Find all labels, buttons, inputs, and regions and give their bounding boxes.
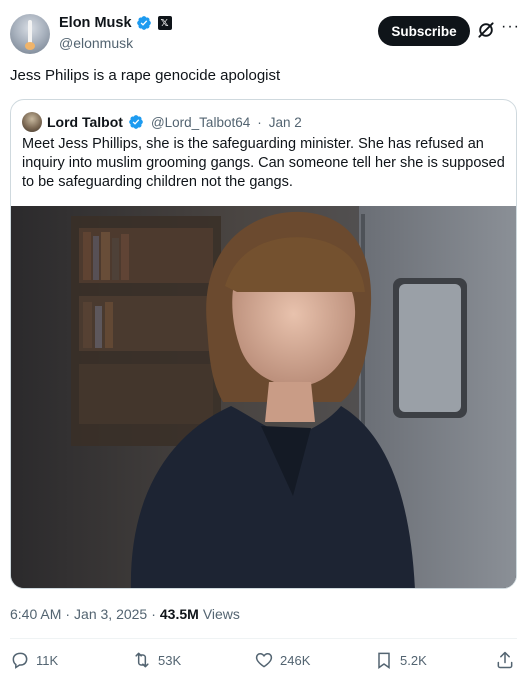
quoted-meta-separator: ·: [257, 114, 262, 130]
verified-badge-icon: [136, 16, 151, 30]
quoted-tweet-header: Lord Talbot @Lord_Talbot64 · Jan 2: [22, 112, 302, 132]
author-display-name[interactable]: Elon Musk: [59, 15, 132, 31]
tweet-date[interactable]: Jan 3, 2025: [74, 606, 147, 622]
quoted-author-handle: @Lord_Talbot64: [150, 114, 251, 130]
quoted-author-avatar: [22, 112, 42, 132]
meta-separator: ·: [65, 606, 71, 622]
tweet-time[interactable]: 6:40 AM: [10, 606, 61, 622]
views-label: Views: [202, 606, 240, 622]
x-logo-icon: 𝕏: [157, 16, 172, 30]
quoted-tweet-photo[interactable]: [11, 206, 516, 588]
quoted-author-display-name: Lord Talbot: [47, 114, 123, 130]
repost-button[interactable]: 53K: [132, 650, 181, 670]
tweet-meta-row: 6:40 AM · Jan 3, 2025 · 43.5M Views: [10, 606, 240, 622]
tweet-actions-bar: 11K 53K 246K 5.2K: [10, 650, 517, 674]
like-count: 246K: [280, 652, 311, 668]
divider: [10, 638, 517, 639]
bookmark-button[interactable]: 5.2K: [374, 650, 427, 670]
grok-icon[interactable]: [476, 20, 496, 40]
bookmark-count: 5.2K: [400, 652, 427, 668]
meta-separator: ·: [151, 606, 156, 622]
share-icon: [497, 651, 513, 669]
reply-button[interactable]: 11K: [10, 650, 58, 670]
quoted-tweet-date: Jan 2: [268, 114, 302, 130]
author-avatar[interactable]: [10, 14, 50, 54]
views-count: 43.5M: [159, 606, 199, 622]
quoted-tweet-text: Meet Jess Phillips, she is the safeguard…: [22, 136, 505, 190]
tweet-header: Elon Musk 𝕏 @elonmusk Subscribe ···: [10, 14, 519, 54]
heart-icon: [255, 652, 273, 668]
photo-illustration: [11, 206, 516, 588]
quoted-tweet-card[interactable]: Lord Talbot @Lord_Talbot64 · Jan 2 Meet …: [10, 99, 517, 589]
avatar-flame-shape: [25, 42, 35, 50]
author-handle[interactable]: @elonmusk: [59, 35, 133, 51]
repost-count: 53K: [158, 652, 182, 668]
subscribe-button[interactable]: Subscribe: [378, 16, 470, 46]
reply-count: 11K: [36, 652, 59, 668]
like-button[interactable]: 246K: [254, 650, 310, 670]
more-options-icon[interactable]: ···: [501, 19, 519, 40]
tweet-text: Jess Philips is a rape genocide apologis…: [10, 67, 281, 84]
reply-icon: [12, 652, 28, 669]
share-button[interactable]: [495, 650, 515, 670]
author-name-row: Elon Musk 𝕏: [59, 15, 172, 31]
verified-badge-icon: [129, 115, 143, 129]
repost-icon: [135, 652, 149, 668]
bookmark-icon: [378, 652, 390, 669]
